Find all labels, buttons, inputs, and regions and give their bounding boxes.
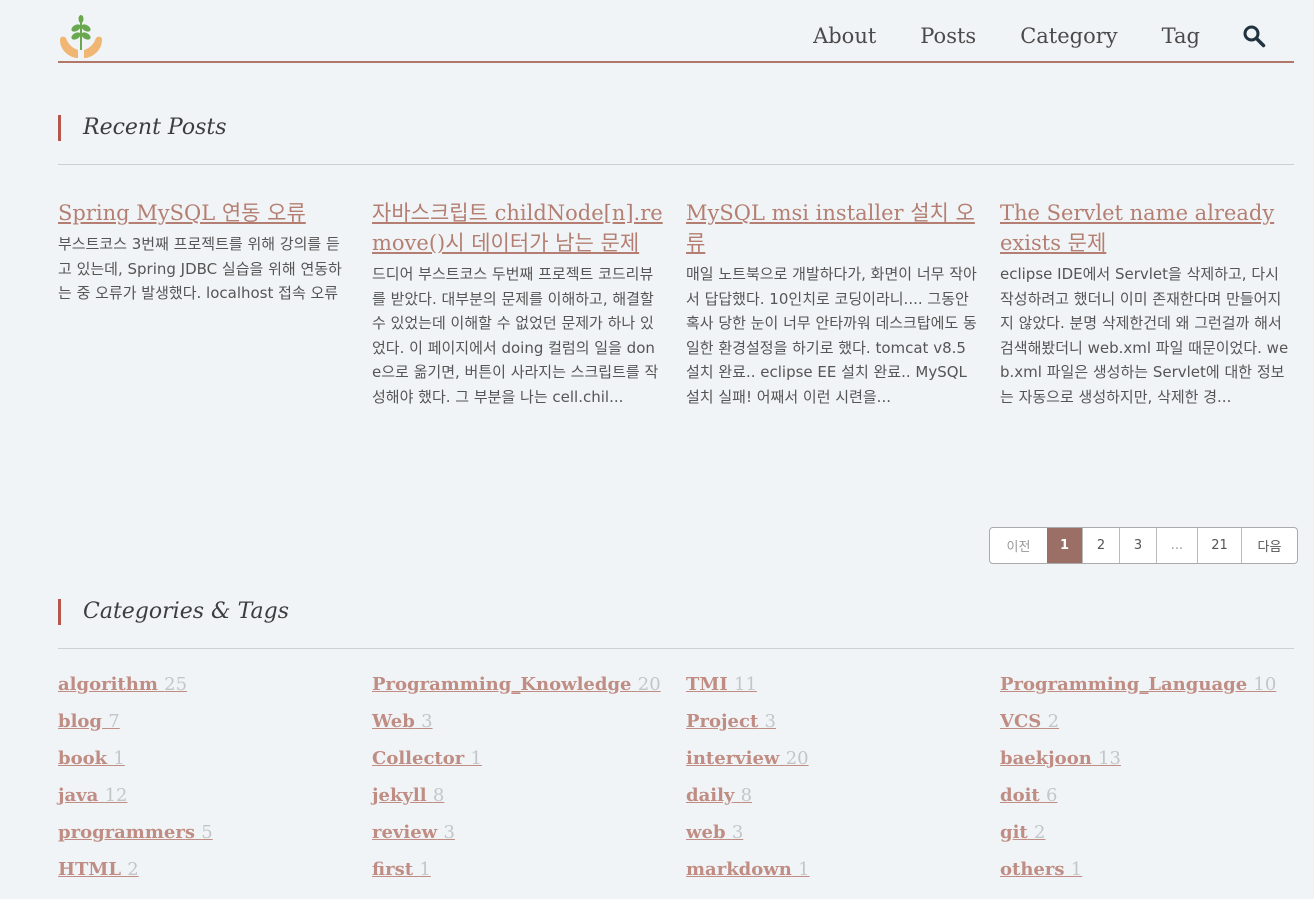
tag-link[interactable]: others 1	[1000, 857, 1300, 894]
pagination-page[interactable]: 2	[1082, 528, 1119, 563]
tag-link[interactable]: TMI 11	[686, 672, 986, 709]
post-excerpt: 매일 노트북으로 개발하다가, 화면이 너무 작아서 답답했다. 10인치로 코…	[686, 265, 977, 406]
pagination: 이전 1 2 3 ... 21 다음	[989, 527, 1298, 564]
nav-about[interactable]: About	[813, 24, 876, 48]
tag-link[interactable]: review 3	[372, 820, 672, 857]
tag-column: TMI 11 Project 3 interview 20 daily 8 we…	[686, 672, 986, 894]
sprout-in-hands-logo[interactable]	[58, 14, 104, 60]
post-card: Spring MySQL 연동 오류 부스트코스 3번째 프로젝트를 위해 강의…	[58, 198, 350, 306]
pagination-page-current[interactable]: 1	[1047, 528, 1082, 563]
recent-posts-heading: Recent Posts	[58, 115, 227, 141]
pagination-page[interactable]: 3	[1119, 528, 1156, 563]
site-header: About Posts Category Tag	[58, 0, 1294, 63]
pagination-ellipsis: ...	[1156, 528, 1197, 563]
nav-posts[interactable]: Posts	[920, 24, 976, 48]
tag-link[interactable]: git 2	[1000, 820, 1300, 857]
main-nav: About Posts Category Tag	[769, 24, 1294, 48]
divider	[58, 164, 1294, 165]
tag-link[interactable]: algorithm 25	[58, 672, 358, 709]
divider	[58, 648, 1294, 649]
tag-link[interactable]: Collector 1	[372, 746, 672, 783]
tag-link[interactable]: Web 3	[372, 709, 672, 746]
post-title-link[interactable]: Spring MySQL 연동 오류	[58, 198, 350, 228]
nav-category[interactable]: Category	[1020, 24, 1117, 48]
tag-link[interactable]: Programming_Language 10	[1000, 672, 1300, 709]
post-card: 자바스크립트 childNode[n].remove()시 데이터가 남는 문제…	[372, 198, 664, 409]
search-icon[interactable]	[1242, 24, 1266, 48]
post-excerpt: 부스트코스 3번째 프로젝트를 위해 강의를 듣고 있는데, Spring JD…	[58, 235, 342, 302]
tag-link[interactable]: Project 3	[686, 709, 986, 746]
post-card: The Servlet name already exists 문제 eclip…	[1000, 198, 1292, 409]
tag-link[interactable]: daily 8	[686, 783, 986, 820]
tag-column: Programming_Language 10 VCS 2 baekjoon 1…	[1000, 672, 1300, 894]
tag-link[interactable]: web 3	[686, 820, 986, 857]
post-card: MySQL msi installer 설치 오류 매일 노트북으로 개발하다가…	[686, 198, 978, 409]
tag-column: algorithm 25 blog 7 book 1 java 12 progr…	[58, 672, 358, 894]
tag-link[interactable]: baekjoon 13	[1000, 746, 1300, 783]
post-excerpt: eclipse IDE에서 Servlet을 삭제하고, 다시 작성하려고 했더…	[1000, 265, 1289, 406]
tag-link[interactable]: doit 6	[1000, 783, 1300, 820]
tag-link[interactable]: markdown 1	[686, 857, 986, 894]
tag-link[interactable]: VCS 2	[1000, 709, 1300, 746]
tag-link[interactable]: HTML 2	[58, 857, 358, 894]
tag-link[interactable]: programmers 5	[58, 820, 358, 857]
pagination-prev[interactable]: 이전	[990, 528, 1047, 563]
tag-link[interactable]: jekyll 8	[372, 783, 672, 820]
pagination-next[interactable]: 다음	[1241, 528, 1297, 563]
post-title-link[interactable]: 자바스크립트 childNode[n].remove()시 데이터가 남는 문제	[372, 198, 664, 258]
tag-link[interactable]: first 1	[372, 857, 672, 894]
tag-link[interactable]: java 12	[58, 783, 358, 820]
post-excerpt: 드디어 부스트코스 두번째 프로젝트 코드리뷰를 받았다. 대부분의 문제를 이…	[372, 265, 659, 406]
tag-link[interactable]: interview 20	[686, 746, 986, 783]
tag-link[interactable]: Programming_Knowledge 20	[372, 672, 672, 709]
recent-posts-list: Spring MySQL 연동 오류 부스트코스 3번째 프로젝트를 위해 강의…	[58, 198, 1294, 468]
post-title-link[interactable]: The Servlet name already exists 문제	[1000, 198, 1292, 258]
post-title-link[interactable]: MySQL msi installer 설치 오류	[686, 198, 978, 258]
tag-link[interactable]: blog 7	[58, 709, 358, 746]
pagination-page[interactable]: 21	[1197, 528, 1241, 563]
nav-tag[interactable]: Tag	[1162, 24, 1200, 48]
tag-column: Programming_Knowledge 20 Web 3 Collector…	[372, 672, 672, 894]
categories-heading: Categories & Tags	[58, 599, 289, 625]
tag-link[interactable]: book 1	[58, 746, 358, 783]
